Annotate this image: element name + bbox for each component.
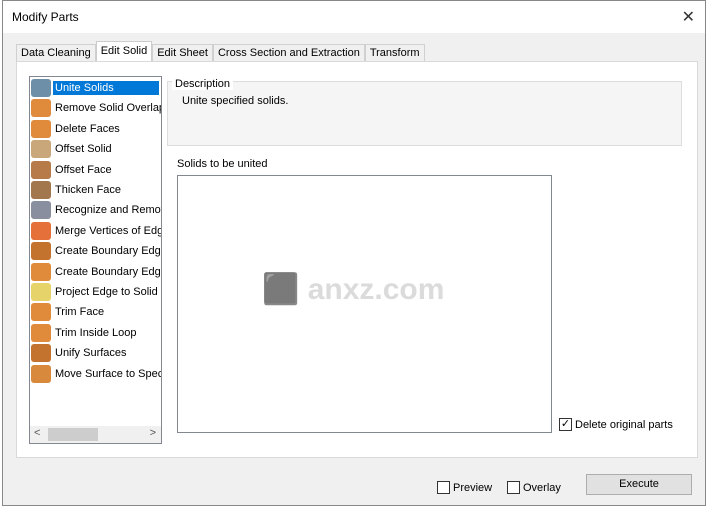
command-item[interactable]: Unify Surfaces (31, 343, 129, 363)
command-label: Offset Face (55, 163, 112, 176)
command-label: Delete Faces (55, 122, 120, 135)
tab-edit-solid[interactable]: Edit Solid (95, 41, 153, 62)
command-item[interactable]: Move Surface to Specifi (31, 364, 162, 384)
delete-original-checkbox[interactable]: ✓ Delete original parts (559, 418, 673, 431)
solids-label: Solids to be united (177, 158, 268, 170)
watermark: ⬛ anxz.com (262, 273, 445, 306)
command-label: Offset Solid (55, 143, 112, 156)
modify-parts-dialog: Modify Parts ✕ Data Cleaning Edit Solid … (2, 0, 706, 506)
checkbox-check-icon[interactable]: ✓ (559, 418, 572, 431)
command-item[interactable]: Create Boundary Edges (31, 241, 162, 261)
scroll-thumb[interactable] (48, 428, 98, 441)
command-list[interactable]: Unite Solids Remove Solid Overlap Delete F… (29, 76, 162, 444)
command-label: Remove Solid Overlap (55, 102, 162, 115)
command-label: Trim Face (55, 306, 105, 319)
scroll-right-icon[interactable]: > (150, 427, 156, 439)
command-item[interactable]: Trim Face (31, 302, 106, 322)
preview-checkbox[interactable]: Preview (437, 481, 492, 494)
recognize-remove-icon (31, 201, 51, 220)
trim-loop-icon (31, 323, 51, 342)
horizontal-scrollbar[interactable]: < > (30, 426, 161, 443)
description-group (167, 81, 682, 146)
command-label: Unify Surfaces (55, 347, 127, 360)
command-label: Create Boundary Edges (55, 265, 162, 278)
trim-face-icon (31, 303, 51, 322)
overlay-box[interactable] (507, 481, 520, 494)
tab-edit-sheet[interactable]: Edit Sheet (152, 44, 213, 62)
tab-strip: Data Cleaning Edit Solid Edit Sheet Cros… (16, 41, 425, 62)
preview-label: Preview (453, 481, 493, 494)
move-surface-icon (31, 364, 51, 383)
command-label: Move Surface to Specifi (55, 367, 162, 380)
overlay-checkbox[interactable]: Overlay (507, 481, 561, 494)
remove-overlap-icon (31, 99, 51, 118)
preview-box[interactable] (437, 481, 450, 494)
tab-cross-section[interactable]: Cross Section and Extraction (212, 44, 365, 62)
command-item[interactable]: Delete Faces (31, 119, 122, 139)
project-edge-icon (31, 283, 51, 301)
command-label: Recognize and Remove (55, 204, 162, 217)
close-icon[interactable]: ✕ (682, 7, 695, 27)
delete-faces-icon (31, 119, 51, 138)
description-text: Unite specified solids. (182, 95, 289, 107)
command-item[interactable]: Unite Solids (31, 78, 159, 98)
boundary-edges-icon (31, 242, 51, 261)
command-item[interactable]: Project Edge to Solid (31, 282, 160, 302)
overlay-label: Overlay (523, 481, 561, 494)
command-label: Create Boundary Edges (55, 245, 162, 258)
command-label: Unite Solids (53, 81, 159, 95)
window-title: Modify Parts (12, 10, 79, 24)
tab-transform[interactable]: Transform (364, 44, 425, 62)
command-item[interactable]: Merge Vertices of Edge (31, 221, 162, 241)
command-item[interactable]: Create Boundary Edges (31, 262, 162, 282)
delete-original-label: Delete original parts (575, 418, 673, 431)
edit-solid-panel: Unite Solids Remove Solid Overlap Delete F… (16, 61, 698, 458)
description-heading: Description (172, 78, 234, 90)
command-item[interactable]: Remove Solid Overlap (31, 98, 162, 118)
merge-vertices-icon (31, 221, 51, 240)
unify-surfaces-icon (31, 344, 51, 363)
command-label: Trim Inside Loop (55, 326, 137, 339)
command-item[interactable]: Recognize and Remove (31, 200, 162, 220)
command-label: Merge Vertices of Edge (55, 224, 162, 237)
command-item[interactable]: Trim Inside Loop (31, 323, 139, 343)
command-label: Project Edge to Solid (55, 286, 158, 298)
command-item[interactable]: Offset Face (31, 160, 114, 180)
command-item[interactable]: Thicken Face (31, 180, 123, 200)
offset-solid-icon (31, 140, 51, 159)
thicken-face-icon (31, 181, 51, 199)
command-item[interactable]: Offset Solid (31, 139, 114, 159)
boundary-edges-icon (31, 262, 51, 281)
title-bar: Modify Parts ✕ (3, 1, 705, 33)
unite-solids-icon (31, 79, 51, 97)
execute-button[interactable]: Execute (586, 474, 692, 495)
offset-face-icon (31, 160, 51, 179)
command-label: Thicken Face (55, 184, 122, 196)
scroll-left-icon[interactable]: < (34, 427, 40, 439)
tab-data-cleaning[interactable]: Data Cleaning (16, 44, 96, 62)
